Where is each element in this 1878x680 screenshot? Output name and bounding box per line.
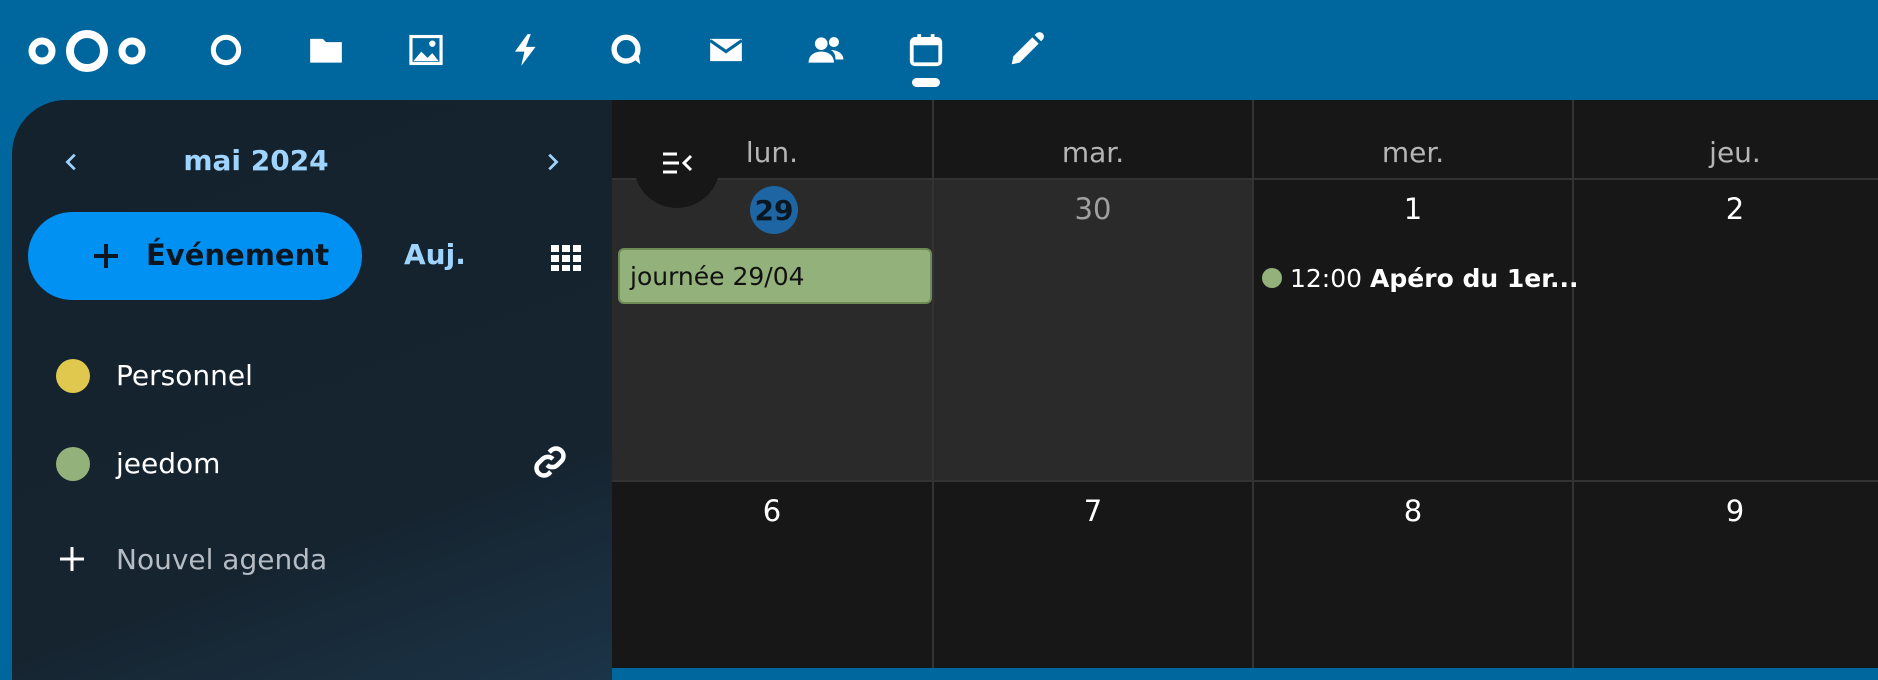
view-switcher-button[interactable] [536,228,596,288]
day-number: 30 [1074,192,1112,226]
calendar-color-dot[interactable] [56,447,90,481]
month-title[interactable]: mai 2024 [12,144,612,177]
plus-icon [86,236,126,276]
day-cell-2[interactable]: 2 [1574,178,1878,482]
weekday-header: mer. [1254,100,1574,180]
contacts-icon[interactable] [800,24,852,76]
calendar-item-personnel[interactable]: Personnel [12,346,612,406]
active-app-indicator [912,78,940,87]
today-button[interactable]: Auj. [404,238,466,271]
new-calendar-button[interactable]: Nouvel agenda [12,530,612,590]
day-cell-30[interactable]: 30 [934,178,1254,482]
event-color-dot [1262,268,1282,288]
mail-icon[interactable] [700,24,752,76]
dashboard-icon[interactable] [200,24,252,76]
talk-icon[interactable] [600,24,652,76]
day-cell-8[interactable]: 8 [1254,480,1574,668]
day-number: 2 [1725,192,1745,226]
calendar-grid: lun. mar. mer. jeu. 30 1 2 6 7 8 9 29 jo… [612,100,1878,668]
weekday-header: mar. [934,100,1254,180]
plus-icon [56,543,90,577]
nextcloud-logo[interactable] [26,29,148,73]
calendar-label: Personnel [116,359,253,392]
day-number: 9 [1725,494,1745,528]
event-time: 12:00 [1290,263,1363,293]
sidebar-toggle-button[interactable] [634,122,720,208]
chevron-left-icon [65,153,76,171]
event-title: Apéro du 1er... [1370,263,1579,293]
calendar-color-dot[interactable] [56,359,90,393]
top-bar [0,0,1878,100]
day-number: 8 [1403,494,1423,528]
next-month-button[interactable] [532,142,572,182]
day-number: 1 [1403,192,1423,226]
weekday-header: jeu. [1709,136,1761,169]
prev-month-button[interactable] [52,142,92,182]
menu-collapse-icon [663,152,693,174]
calendar-sidebar: mai 2024 Événement Auj. Personnel jeedom… [12,100,612,680]
calendar-icon[interactable] [900,24,952,76]
day-cell-1[interactable]: 1 [1254,178,1574,482]
new-event-button[interactable]: Événement [28,212,362,300]
today-date-badge[interactable]: 29 [750,186,798,234]
chevron-right-icon [548,153,559,171]
activity-icon[interactable] [500,24,552,76]
day-cell-7[interactable]: 7 [934,480,1254,668]
link-icon[interactable] [532,444,572,484]
calendar-label: jeedom [116,447,221,480]
day-number: 7 [1083,494,1103,528]
day-number: 6 [762,494,782,528]
new-event-label: Événement [146,238,330,272]
calendar-item-jeedom[interactable]: jeedom [12,434,612,494]
photos-icon[interactable] [400,24,452,76]
day-cell-6[interactable]: 6 [612,480,934,668]
day-cell-9[interactable]: 9 [1574,480,1878,668]
timed-event[interactable]: 12:00 Apéro du 1er... [1262,258,1578,298]
files-icon[interactable] [300,24,352,76]
allday-event[interactable]: journée 29/04 [618,248,932,304]
month-title-label: mai 2024 [183,144,329,177]
new-calendar-label: Nouvel agenda [116,543,328,576]
month-navigator: mai 2024 [12,142,612,182]
notes-icon[interactable] [1000,24,1052,76]
grid-view-icon [551,245,581,271]
